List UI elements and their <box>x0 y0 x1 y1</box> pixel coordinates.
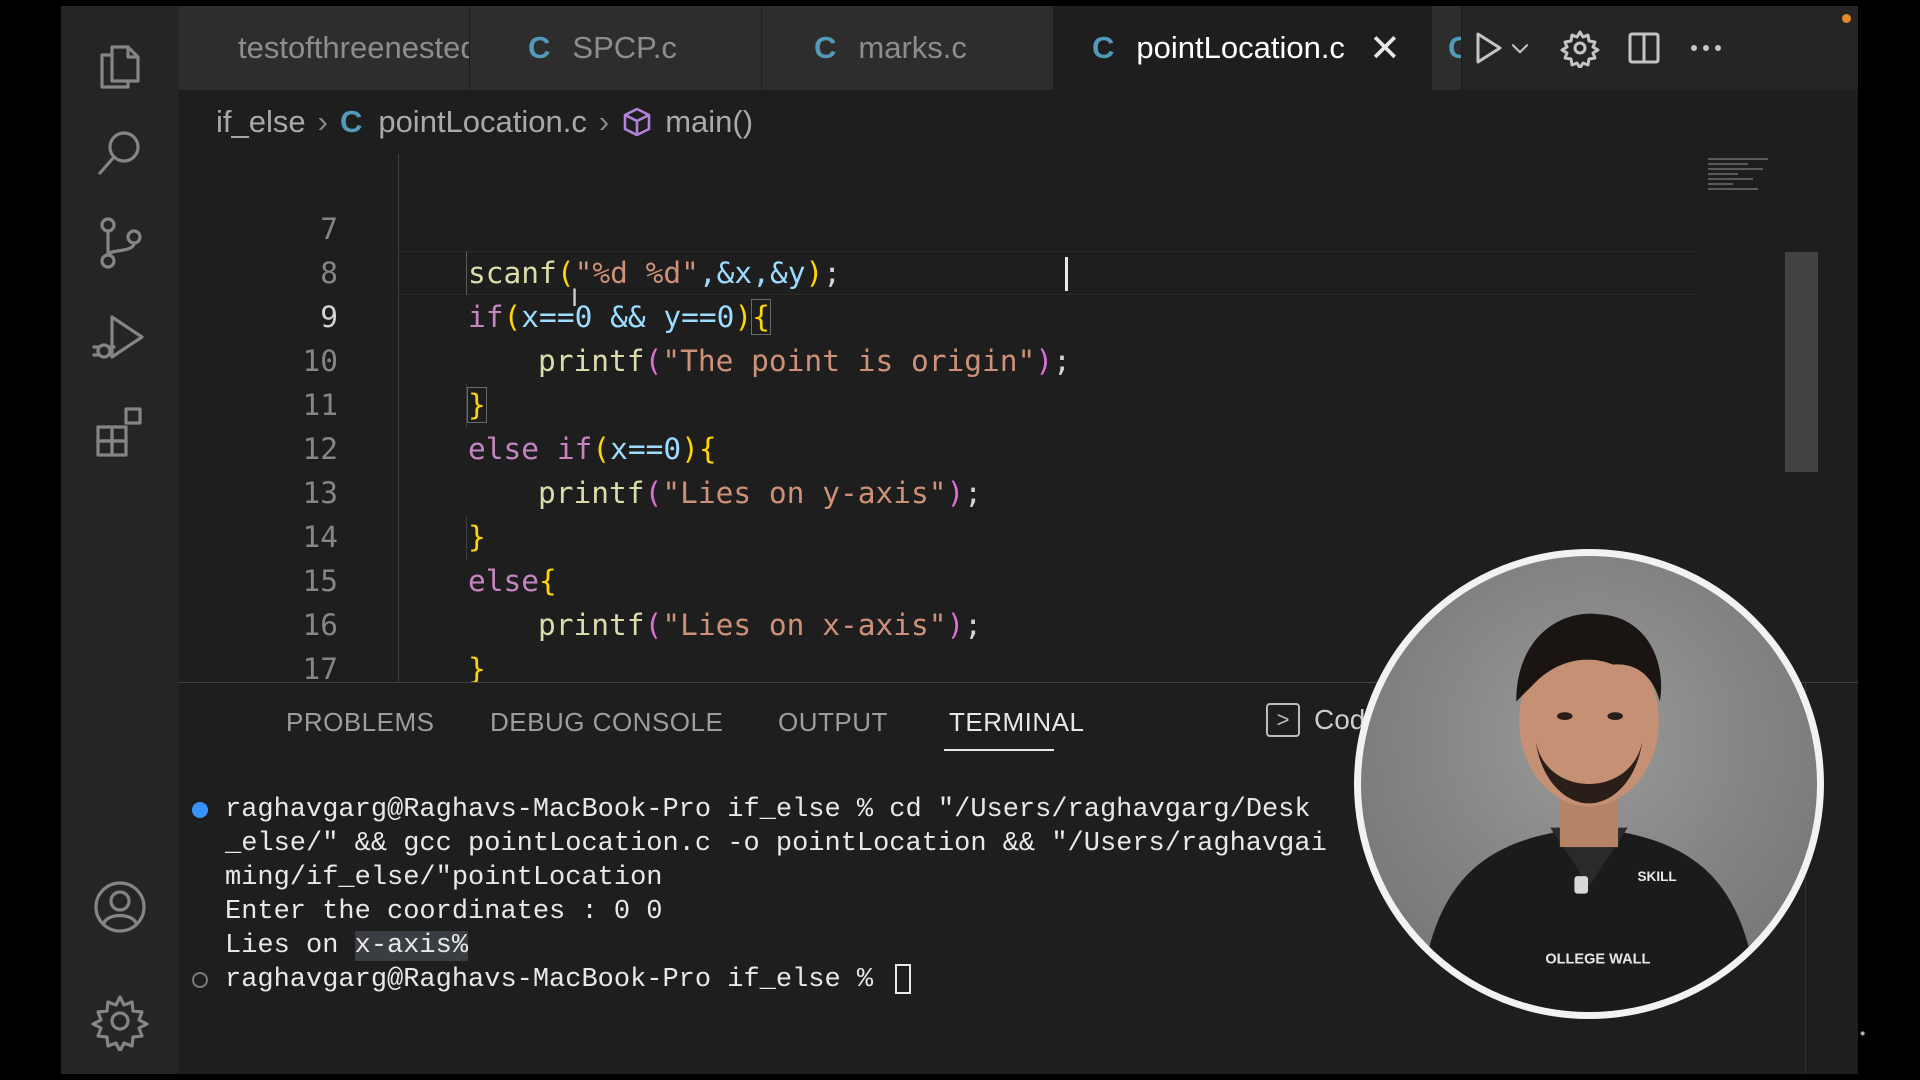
code-line: 14 else{ <box>178 471 1698 598</box>
editor-scrollbar[interactable] <box>1785 252 1818 472</box>
c-file-icon: C <box>1092 30 1115 65</box>
code-line: 12 printf("Lies on y-axis"); <box>178 383 1698 510</box>
more-actions-icon[interactable] <box>1684 26 1728 70</box>
account-icon[interactable] <box>89 876 151 938</box>
webcam-overlay: SKILL OLLEGE WALL <box>1354 549 1824 1019</box>
tab-marks[interactable]: C marks.c <box>762 6 1054 90</box>
code-line: 8 if(x==0 && y==0){ <box>178 207 1698 335</box>
close-tab-icon[interactable]: ✕ <box>1369 26 1401 71</box>
terminal-chevron-icon: > <box>1266 703 1300 737</box>
presenter-image: SKILL OLLEGE WALL <box>1419 613 1759 1012</box>
terminal-prompt: raghavgarg@Raghavs-MacBook-Pro if_else % <box>225 963 912 997</box>
breadcrumb-separator: › <box>317 104 328 139</box>
explorer-icon[interactable] <box>89 36 151 98</box>
terminal-line: _else/" && gcc pointLocation.c -o pointL… <box>225 829 1327 859</box>
extensions-icon[interactable] <box>89 400 151 462</box>
watermark-logo: ◉ <box>1860 1031 1866 1037</box>
editor-tab-bar: testofthreenested.c C SPCP.c C marks.c C… <box>178 6 1858 90</box>
tab-problems[interactable]: PROBLEMS <box>286 707 435 738</box>
tab-label: marks.c <box>858 30 967 65</box>
code-line-current: 9 printf("The point is origin"); <box>178 251 1698 378</box>
selected-text: x-axis% <box>354 931 469 961</box>
code-runner-label: Cod <box>1314 704 1366 735</box>
settings-gear-icon[interactable] <box>89 990 151 1052</box>
breadcrumb-folder[interactable]: if_else <box>216 104 306 140</box>
command-success-dot <box>192 802 208 818</box>
terminal-line: raghavgarg@Raghavs-MacBook-Pro if_else %… <box>225 795 1311 825</box>
tab-testofthreenested[interactable]: testofthreenested.c <box>178 6 470 90</box>
c-file-icon: C <box>339 104 363 139</box>
terminal-line: ming/if_else/"pointLocation <box>225 863 663 893</box>
terminal-line: Lies on x-axis% <box>225 931 469 961</box>
tab-pointlocation[interactable]: C pointLocation.c ✕ <box>1054 6 1432 90</box>
source-control-icon[interactable] <box>89 212 151 274</box>
prompt-idle-dot <box>192 972 208 988</box>
tab-label: testofthreenested.c <box>238 30 469 65</box>
activity-bar <box>61 6 178 1074</box>
chevron-down-icon[interactable] <box>1506 26 1534 70</box>
method-cube-icon <box>623 107 651 137</box>
tab-spcp[interactable]: C SPCP.c <box>470 6 762 90</box>
tab-debug-console[interactable]: DEBUG CONSOLE <box>490 707 723 738</box>
c-file-icon: C <box>814 30 837 65</box>
code-line: 7 scanf("%d %d",&x,&y); <box>178 163 1698 290</box>
c-file-icon: C <box>528 30 551 65</box>
terminal-line: Enter the coordinates : 0 0 <box>225 897 663 927</box>
minimap[interactable] <box>1708 158 1788 208</box>
terminal-cursor <box>895 963 912 994</box>
code-line: 10 } <box>178 295 1698 423</box>
breadcrumb-separator: › <box>598 104 610 139</box>
mouse-ibeam-icon: I <box>571 284 579 312</box>
shirt-text: OLLEGE WALL <box>1545 951 1650 967</box>
c-file-icon: C <box>1448 30 1461 66</box>
code-line: 13 } <box>178 427 1698 554</box>
breadcrumb-symbol[interactable]: main() <box>665 104 753 140</box>
run-debug-icon[interactable] <box>89 306 151 368</box>
code-runner-dropdown[interactable]: > Cod <box>1266 703 1365 737</box>
breadcrumb-file[interactable]: pointLocation.c <box>378 104 587 140</box>
tab-label: pointLocation.c <box>1136 30 1345 65</box>
shirt-text: SKILL <box>1638 869 1677 884</box>
run-play-icon[interactable] <box>1466 26 1510 70</box>
text-cursor <box>1065 257 1068 291</box>
search-icon[interactable] <box>89 122 151 184</box>
split-editor-icon[interactable] <box>1622 26 1666 70</box>
settings-icon[interactable] <box>1558 26 1602 70</box>
tab-terminal[interactable]: TERMINAL <box>949 707 1084 738</box>
active-tab-underline <box>944 749 1054 751</box>
tab-label: SPCP.c <box>572 30 677 65</box>
tab-output[interactable]: OUTPUT <box>778 707 888 738</box>
code-line: 11 else if(x==0){ <box>178 339 1698 466</box>
notification-dot <box>1842 14 1851 23</box>
breadcrumb: if_else › C pointLocation.c › main() <box>178 90 1858 154</box>
tab-overflow[interactable]: C <box>1432 6 1462 90</box>
code-line: 15 printf("Lies on x-axis"); <box>178 515 1698 642</box>
